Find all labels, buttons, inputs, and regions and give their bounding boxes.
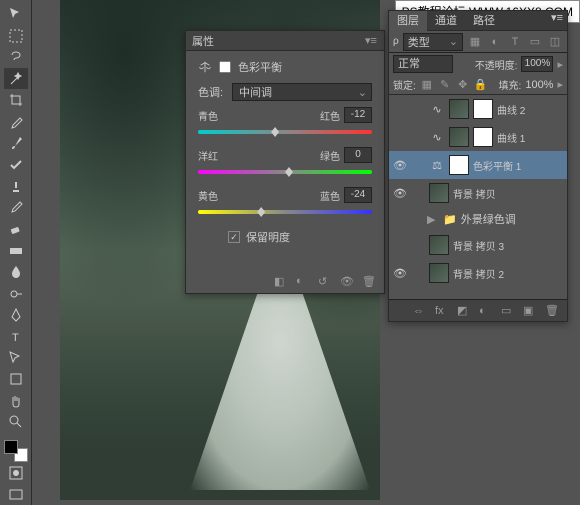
kind-label: ρ <box>393 36 399 47</box>
layers-footer: ⇔ fx ◩ ◐ ▭ ▣ 🗑 <box>389 299 567 321</box>
shape-tool[interactable] <box>4 369 28 389</box>
type-tool[interactable]: T <box>4 326 28 346</box>
layer-curves-2[interactable]: ∿曲线 2 <box>389 95 567 123</box>
yellow-blue-value[interactable]: -24 <box>344 187 372 203</box>
preserve-luminosity-checkbox[interactable]: ✓ 保留明度 <box>228 229 372 245</box>
layers-tabs: 图层 通道 路径 ▾≡ <box>389 11 567 31</box>
fold-icon[interactable]: ▶ <box>427 213 439 226</box>
blur-tool[interactable] <box>4 262 28 282</box>
visibility-toggle[interactable] <box>393 238 407 252</box>
svg-text:T: T <box>12 332 19 344</box>
lock-pixel-icon[interactable]: ✎ <box>438 78 452 91</box>
tab-layers[interactable]: 图层 <box>389 11 427 31</box>
yellow-blue-slider[interactable] <box>198 205 372 219</box>
filter-adjust-icon[interactable]: ◐ <box>487 34 503 50</box>
lock-label: 锁定: <box>393 77 416 92</box>
fill-value[interactable]: 100% <box>525 79 553 91</box>
clip-icon[interactable]: ◧ <box>274 275 288 289</box>
tone-label: 色调: <box>198 84 228 100</box>
group-icon[interactable]: ▭ <box>501 304 515 317</box>
visibility-toggle[interactable]: 👁 <box>393 186 407 200</box>
adjustment-type: 色彩平衡 <box>198 59 372 75</box>
properties-header[interactable]: 属性 ▾≡ <box>186 31 384 51</box>
properties-title: 属性 <box>192 33 214 49</box>
layer-bg-copy-3[interactable]: 背景 拷贝 3 <box>389 231 567 259</box>
lock-pos-icon[interactable]: ✥ <box>456 78 470 91</box>
visibility-toggle[interactable] <box>409 212 423 226</box>
eyedropper-tool[interactable] <box>4 111 28 131</box>
crop-tool[interactable] <box>4 90 28 110</box>
opacity-label: 不透明度: <box>475 57 518 72</box>
checkbox-icon: ✓ <box>228 231 240 243</box>
layers-panel: 图层 通道 路径 ▾≡ ρ 类型 ▦ ◐ T ▭ ◫ 正常 不透明度: 100%… <box>388 10 568 322</box>
mask-icon <box>218 60 232 74</box>
lock-trans-icon[interactable]: ▦ <box>420 78 434 91</box>
path-tool[interactable] <box>4 348 28 368</box>
marquee-tool[interactable] <box>4 25 28 45</box>
lock-all-icon[interactable]: 🔒 <box>474 78 488 91</box>
filter-kind-select[interactable]: 类型 <box>403 33 463 51</box>
prev-icon[interactable]: ◐ <box>296 275 310 289</box>
layer-list: ∿曲线 2 ∿曲线 1 👁⚖色彩平衡 1 👁背景 拷贝 ▶📁外景绿色调 背景 拷… <box>389 95 567 287</box>
filter-type-icon[interactable]: T <box>507 34 523 50</box>
folder-icon: 📁 <box>443 213 457 226</box>
filter-smart-icon[interactable]: ◫ <box>547 34 563 50</box>
adjustment-icon[interactable]: ◐ <box>479 305 493 317</box>
filter-pixel-icon[interactable]: ▦ <box>467 34 483 50</box>
layer-color-balance-1[interactable]: 👁⚖色彩平衡 1 <box>389 151 567 179</box>
toolbar: T <box>0 0 32 505</box>
history-brush-tool[interactable] <box>4 197 28 217</box>
layer-group-green[interactable]: ▶📁外景绿色调 <box>389 207 567 231</box>
visibility-toggle[interactable] <box>393 130 407 144</box>
curves-icon: ∿ <box>429 101 445 117</box>
curves-icon: ∿ <box>429 129 445 145</box>
zoom-tool[interactable] <box>4 412 28 432</box>
new-layer-icon[interactable]: ▣ <box>523 304 537 317</box>
cyan-red-value[interactable]: -12 <box>344 107 372 123</box>
cyan-red-slider[interactable] <box>198 125 372 139</box>
trash-icon[interactable]: 🗑 <box>545 304 559 317</box>
stamp-tool[interactable] <box>4 176 28 196</box>
visibility-toggle[interactable] <box>393 102 407 116</box>
layer-bg-copy-2[interactable]: 👁背景 拷贝 2 <box>389 259 567 287</box>
opacity-value[interactable]: 100% <box>521 56 553 72</box>
reset-icon[interactable]: ↺ <box>318 275 332 289</box>
visibility-toggle[interactable]: 👁 <box>393 266 407 280</box>
properties-panel: 属性 ▾≡ 色彩平衡 色调: 中间调 青色红色-12 洋红绿色0 黄色蓝色-24… <box>185 30 385 294</box>
mask-icon[interactable]: ◩ <box>457 304 471 317</box>
tone-select[interactable]: 中间调 <box>232 83 372 101</box>
panel-menu-icon[interactable]: ▾≡ <box>547 11 567 30</box>
fx-icon[interactable]: fx <box>435 305 449 317</box>
panel-menu-icon[interactable]: ▾≡ <box>364 34 378 48</box>
visibility-icon[interactable]: 👁 <box>340 275 354 289</box>
pen-tool[interactable] <box>4 305 28 325</box>
fill-label: 填充: <box>499 77 522 92</box>
balance-icon <box>198 60 212 74</box>
eraser-tool[interactable] <box>4 219 28 239</box>
healing-tool[interactable] <box>4 154 28 174</box>
quickmask-tool[interactable] <box>4 463 28 483</box>
link-icon[interactable]: ⇔ <box>413 305 427 317</box>
hand-tool[interactable] <box>4 391 28 411</box>
adjustment-name: 色彩平衡 <box>238 59 282 75</box>
magenta-green-slider[interactable] <box>198 165 372 179</box>
blend-mode-select[interactable]: 正常 <box>393 55 453 73</box>
lasso-tool[interactable] <box>4 47 28 67</box>
visibility-toggle[interactable]: 👁 <box>393 158 407 172</box>
gradient-tool[interactable] <box>4 240 28 260</box>
wand-tool[interactable] <box>4 68 28 88</box>
tab-channels[interactable]: 通道 <box>427 11 465 31</box>
dodge-tool[interactable] <box>4 283 28 303</box>
move-tool[interactable] <box>4 4 28 24</box>
layer-curves-1[interactable]: ∿曲线 1 <box>389 123 567 151</box>
layer-bg-copy[interactable]: 👁背景 拷贝 <box>389 179 567 207</box>
magenta-green-value[interactable]: 0 <box>344 147 372 163</box>
trash-icon[interactable]: 🗑 <box>362 275 376 289</box>
screenmode-tool[interactable] <box>4 485 28 505</box>
filter-shape-icon[interactable]: ▭ <box>527 34 543 50</box>
balance-icon: ⚖ <box>429 157 445 173</box>
brush-tool[interactable] <box>4 133 28 153</box>
tab-paths[interactable]: 路径 <box>465 11 503 31</box>
color-swatches[interactable] <box>4 440 28 462</box>
